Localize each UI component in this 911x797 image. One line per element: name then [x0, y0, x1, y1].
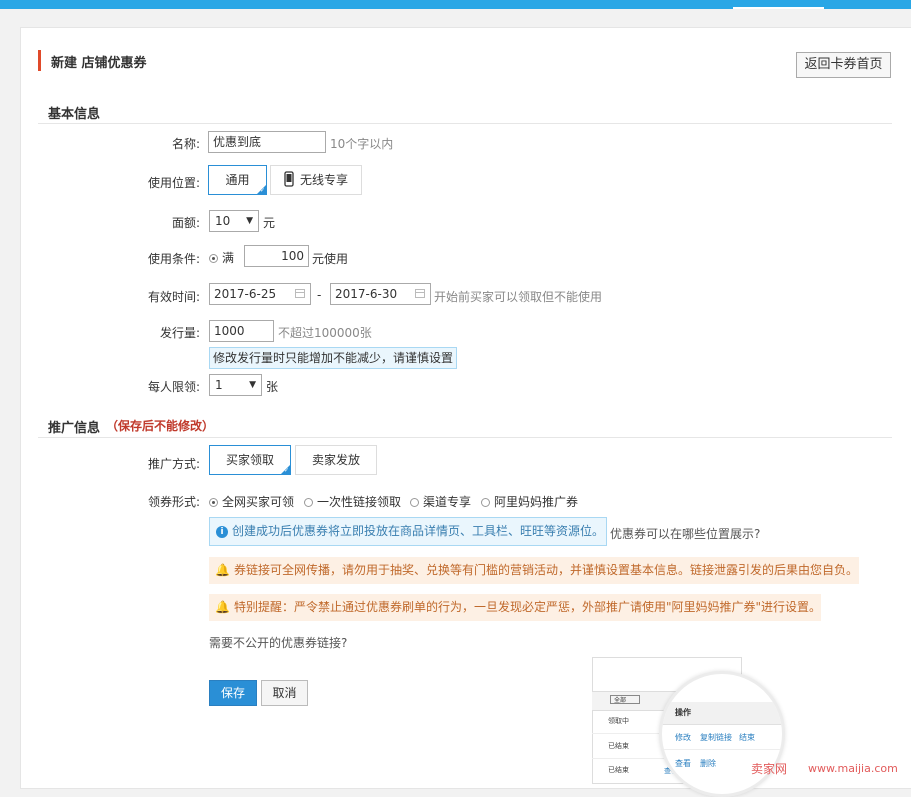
- limit-unit: 张: [266, 380, 279, 394]
- condition-label: 使用条件:: [147, 252, 200, 266]
- check-icon: ✓: [283, 467, 289, 474]
- form-option-label: 渠道专享: [423, 495, 472, 509]
- denomination-label: 面额:: [171, 216, 200, 230]
- section-note-promo: （保存后不能修改）: [106, 419, 215, 433]
- warning-tip-1: 🔔 券链接可全网传播，请勿用于抽奖、兑换等有门槛的营销活动，并谨慎设置基本信息。链…: [209, 557, 859, 584]
- preview-magnifier-header-text: 操作: [675, 708, 691, 717]
- promo-method-label: 推广方式:: [147, 457, 200, 471]
- preview-link: 修改: [675, 733, 691, 742]
- radio-icon: [481, 498, 490, 507]
- preview-link: 结束: [739, 733, 755, 742]
- info-link[interactable]: 优惠券可以在哪些位置展示?: [610, 525, 760, 542]
- preview-divider: [662, 749, 782, 750]
- form-option-channel[interactable]: 渠道专享: [410, 493, 471, 510]
- denomination-value: 10: [215, 214, 231, 228]
- promo-seller-option[interactable]: 卖家发放: [295, 445, 377, 475]
- back-to-coupon-home-button[interactable]: 返回卡券首页: [796, 52, 891, 78]
- promo-buyer-option[interactable]: 买家领取 ✓: [209, 445, 291, 475]
- radio-checked-icon: [209, 498, 218, 507]
- bell-icon: 🔔: [215, 563, 230, 577]
- page-title: 新建 店铺优惠券: [51, 56, 147, 71]
- calendar-icon[interactable]: [415, 289, 425, 298]
- section-title-basic: 基本信息: [48, 107, 101, 122]
- coupon-form-label: 领券形式:: [147, 495, 200, 509]
- limit-label: 每人限领:: [147, 380, 200, 394]
- condition-suffix: 元使用: [312, 252, 349, 266]
- form-option-one-time-link[interactable]: 一次性链接领取: [304, 493, 401, 510]
- info-tip-text: 创建成功后优惠券将立即投放在商品详情页、工具栏、旺旺等资源位。: [232, 524, 605, 538]
- denomination-unit: 元: [263, 216, 276, 230]
- name-hint: 10个字以内: [330, 137, 394, 151]
- promo-seller-label: 卖家发放: [311, 453, 360, 467]
- name-label: 名称:: [171, 137, 200, 151]
- dropdown-arrow-icon: ▼: [246, 216, 253, 226]
- radio-icon: [410, 498, 419, 507]
- check-icon: ✓: [259, 187, 265, 194]
- quantity-label: 发行量:: [159, 326, 200, 340]
- preview-link: 删除: [700, 759, 716, 768]
- form-option-all-buyers[interactable]: 全网买家可领: [209, 493, 294, 510]
- bell-icon: 🔔: [215, 600, 230, 614]
- limit-value: 1: [215, 378, 223, 392]
- quantity-input[interactable]: 1000: [209, 320, 274, 342]
- mobile-phone-icon: [284, 171, 294, 187]
- date-separator: -: [317, 288, 322, 302]
- start-date-value: 2017-6-25: [214, 287, 277, 301]
- form-option-label: 全网买家可领: [222, 495, 295, 509]
- position-label: 使用位置:: [147, 176, 200, 190]
- position-wireless-label: 无线专享: [299, 173, 348, 187]
- warning-tip-2-text: 特别提醒：严令禁止通过优惠券刷单的行为，一旦发现必定严惩，外部推广请使用"阿里妈…: [233, 600, 821, 614]
- radio-checked-icon: [209, 254, 218, 263]
- info-tip: i 创建成功后优惠券将立即投放在商品详情页、工具栏、旺旺等资源位。: [209, 517, 607, 546]
- private-link-question[interactable]: 需要不公开的优惠券链接?: [209, 634, 347, 651]
- calendar-icon[interactable]: [295, 289, 305, 298]
- save-button[interactable]: 保存: [209, 680, 257, 706]
- preview-row-status: 领取中: [608, 717, 629, 725]
- radio-icon: [304, 498, 313, 507]
- divider: [38, 123, 892, 124]
- preview-row-status: 已结束: [608, 766, 629, 774]
- watermark-brand: 卖家网: [751, 762, 788, 776]
- preview-filter: 全部: [610, 695, 640, 704]
- position-general-label: 通用: [225, 173, 250, 187]
- info-icon: i: [216, 525, 228, 538]
- title-accent-bar: [38, 50, 41, 71]
- position-wireless-option[interactable]: 无线专享: [270, 165, 362, 195]
- start-date-input[interactable]: 2017-6-25: [209, 283, 311, 305]
- promo-buyer-label: 买家领取: [225, 453, 274, 467]
- end-date-input[interactable]: 2017-6-30: [330, 283, 431, 305]
- divider: [38, 437, 892, 438]
- form-option-alimama[interactable]: 阿里妈妈推广券: [481, 493, 578, 510]
- validity-label: 有效时间:: [147, 290, 200, 304]
- cancel-button[interactable]: 取消: [261, 680, 308, 706]
- position-general-option[interactable]: 通用 ✓: [208, 165, 267, 195]
- warning-tip-2: 🔔 特别提醒：严令禁止通过优惠券刷单的行为，一旦发现必定严惩，外部推广请使用"阿里…: [209, 594, 821, 621]
- watermark-url: www.maijia.com: [808, 762, 898, 775]
- form-option-label: 阿里妈妈推广券: [494, 495, 579, 509]
- preview-row-status: 已结束: [608, 742, 629, 750]
- warning-tip-1-text: 券链接可全网传播，请勿用于抽奖、兑换等有门槛的营销活动，并谨慎设置基本信息。链接…: [233, 563, 858, 577]
- quantity-tip: 修改发行量时只能增加不能减少，请谨慎设置: [209, 347, 457, 369]
- section-title-promo: 推广信息: [48, 421, 101, 436]
- condition-prefix: 满: [222, 251, 235, 265]
- quantity-hint: 不超过100000张: [278, 326, 372, 340]
- condition-radio[interactable]: 满: [209, 249, 234, 266]
- condition-amount-input[interactable]: 100: [244, 245, 309, 267]
- denomination-select[interactable]: 10 ▼: [209, 210, 259, 232]
- limit-select[interactable]: 1 ▼: [209, 374, 262, 396]
- form-option-label: 一次性链接领取: [317, 495, 402, 509]
- top-nav-active-tab[interactable]: [733, 7, 824, 9]
- preview-link: 查看: [675, 759, 691, 768]
- validity-hint: 开始前买家可以领取但不能使用: [434, 290, 603, 304]
- dropdown-arrow-icon: ▼: [249, 380, 256, 390]
- preview-link: 复制链接: [700, 733, 732, 742]
- name-input[interactable]: 优惠到底: [208, 131, 326, 153]
- preview-magnifier: 操作 修改 复制链接 结束 查看 删除: [659, 671, 785, 797]
- end-date-value: 2017-6-30: [335, 287, 398, 301]
